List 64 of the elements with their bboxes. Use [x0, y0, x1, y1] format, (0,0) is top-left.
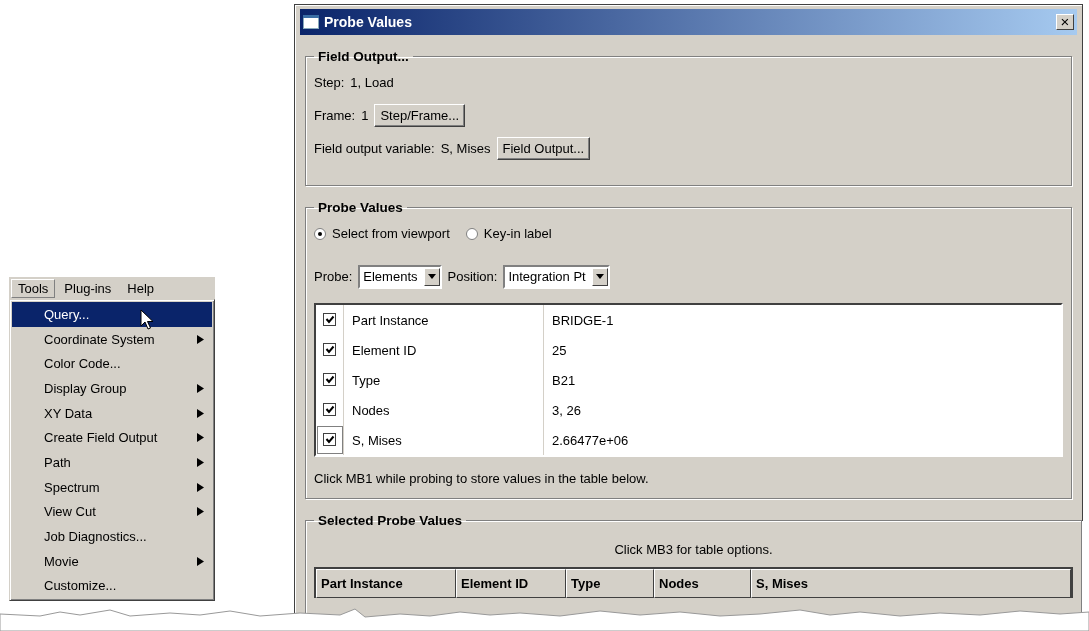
frame-value: 1 — [361, 108, 369, 123]
submenu-arrow-icon — [197, 383, 204, 393]
table-cell: Element ID — [352, 342, 417, 358]
hint-text: Click MB1 while probing to store values in the table below. — [314, 471, 650, 486]
probe-label: Probe: — [314, 269, 353, 284]
menu-item[interactable]: Coordinate System — [12, 326, 212, 352]
menu-item[interactable]: Create Field Output — [12, 425, 212, 451]
position-dropdown[interactable]: Integration Pt — [503, 264, 610, 289]
menu-item[interactable]: Display Group — [12, 376, 212, 401]
group-title: Selected Probe Values — [317, 513, 464, 528]
table-cell: Part Instance — [352, 312, 429, 328]
close-button[interactable]: × — [1056, 14, 1074, 30]
submenu-arrow-icon — [197, 457, 204, 467]
table-cell-text: 2.66477e+06 — [551, 432, 629, 448]
dropdown-arrow-icon — [427, 274, 436, 279]
table-cell: Type — [352, 372, 381, 388]
menu-item[interactable]: Path — [12, 450, 212, 475]
table-cell-text: B21 — [551, 372, 576, 388]
table-cell-text: BRIDGE-1 — [551, 312, 614, 328]
field-output-button[interactable]: Field Output... — [496, 137, 591, 160]
menu-item[interactable]: Customize... — [12, 573, 212, 599]
menu-bar-item[interactable]: Help — [120, 279, 162, 298]
table-cell: Nodes — [352, 402, 390, 418]
menu-item[interactable]: Spectrum — [12, 474, 212, 500]
menu-item[interactable]: XY Data — [12, 400, 212, 426]
probe-dropdown[interactable]: Elements — [358, 264, 442, 289]
hint-text: Click MB3 for table options. — [613, 542, 774, 557]
step-value: 1, Load — [350, 75, 394, 90]
variable-value: S, Mises — [440, 141, 491, 156]
checkbox[interactable] — [316, 426, 343, 454]
group-title: Field Output... — [317, 49, 410, 64]
menu-item[interactable]: View Cut — [12, 499, 212, 525]
position-label: Position: — [447, 269, 498, 284]
variable-label: Field output variable: — [314, 141, 435, 156]
submenu-arrow-icon — [197, 507, 204, 517]
column-header[interactable]: Type — [566, 569, 654, 598]
table-cell-text: 3, 26 — [551, 402, 581, 418]
column-header[interactable]: Part Instance — [316, 569, 456, 598]
frame-label: Frame: — [314, 108, 356, 123]
column-header[interactable]: Element ID — [456, 569, 566, 598]
table-cell: S, Mises — [352, 432, 402, 448]
radio-option[interactable]: Key-in label — [465, 226, 552, 241]
submenu-arrow-icon — [197, 433, 204, 443]
submenu-arrow-icon — [197, 408, 204, 418]
window-title: Probe Values — [324, 14, 413, 30]
window-icon — [303, 15, 319, 29]
radio-option[interactable]: Select from viewport — [314, 226, 450, 241]
submenu-arrow-icon — [197, 556, 204, 566]
submenu-arrow-icon — [197, 482, 204, 492]
column-header[interactable]: Nodes — [654, 569, 751, 598]
group-title: Probe Values — [317, 200, 404, 215]
menu-bar-item[interactable]: Tools — [11, 279, 56, 298]
submenu-arrow-icon — [197, 334, 204, 344]
menu-bar-item[interactable]: Plug-ins — [57, 279, 119, 298]
menu-item[interactable]: Movie — [12, 548, 212, 574]
table-cell-text: 25 — [551, 342, 567, 358]
step-frame-button[interactable]: Step/Frame... — [374, 104, 466, 127]
step-label: Step: — [314, 75, 345, 90]
menu-item[interactable]: Job Diagnostics... — [12, 524, 212, 549]
dropdown-arrow-icon — [595, 274, 604, 279]
cursor-icon — [140, 309, 154, 331]
menu-item[interactable]: Color Code... — [12, 351, 212, 377]
column-header[interactable]: S, Mises — [751, 569, 1071, 598]
menu-item[interactable]: Query... — [12, 302, 212, 327]
